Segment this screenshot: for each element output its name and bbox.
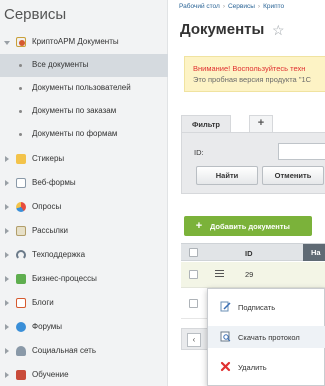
- sidebar-subitem-label: Документы по формам: [32, 129, 118, 138]
- sidebar-item-learning[interactable]: Обучение: [0, 364, 168, 386]
- sidebar-subitem-order-docs[interactable]: Документы по заказам: [0, 100, 168, 123]
- chevron-right-icon[interactable]: [5, 252, 9, 258]
- sign-icon: [220, 301, 231, 312]
- sidebar-item-social[interactable]: Социальная сеть: [0, 340, 168, 363]
- column-id-header[interactable]: ID: [245, 249, 253, 258]
- poll-icon: [16, 202, 26, 212]
- headset-icon: [16, 250, 26, 260]
- sidebar-title: Сервисы: [4, 6, 67, 23]
- alert-title: Внимание! Воспользуйтесь техн: [193, 64, 306, 73]
- menu-item-delete[interactable]: Удалить: [208, 356, 325, 378]
- crypto-icon: [16, 37, 26, 47]
- row-checkbox[interactable]: [189, 299, 198, 308]
- blog-icon: [16, 298, 26, 308]
- bullet-icon: [19, 110, 22, 113]
- table-row[interactable]: 29: [181, 262, 325, 288]
- sidebar-item-label: Стикеры: [32, 154, 65, 163]
- chevron-right-icon[interactable]: [5, 300, 9, 306]
- forum-icon: [16, 322, 26, 332]
- chevron-right-icon[interactable]: [5, 156, 9, 162]
- sidebar-item-support[interactable]: Техподдержка: [0, 244, 168, 267]
- sidebar-item-label: Форумы: [32, 322, 63, 331]
- chevron-right-icon[interactable]: [5, 204, 9, 210]
- sidebar-item-label: Обучение: [32, 370, 69, 379]
- context-menu: Подписать Скачать протокол Удалить: [207, 288, 325, 386]
- page-title: Документы: [180, 21, 265, 38]
- breadcrumb-item[interactable]: Сервисы: [228, 3, 255, 10]
- sidebar-item-label: Блоги: [32, 298, 54, 307]
- sidebar-subitem-label: Все документы: [32, 60, 89, 69]
- sidebar-item-label: Рассылки: [32, 226, 68, 235]
- social-icon: [16, 346, 26, 356]
- alert-text: Это пробная версия продукта "1С: [193, 75, 312, 84]
- download-protocol-icon: [220, 331, 231, 342]
- menu-item-label: Удалить: [238, 363, 267, 372]
- bizproc-icon: [16, 274, 26, 284]
- column-header-dark[interactable]: На: [303, 244, 325, 261]
- sidebar-item-label: КриптоАРМ Документы: [32, 37, 119, 46]
- sidebar-item-label: Бизнес-процессы: [32, 274, 97, 283]
- sidebar-item-label: Опросы: [32, 202, 62, 211]
- menu-item-download-protocol[interactable]: Скачать протокол: [208, 326, 325, 348]
- star-icon[interactable]: ☆: [272, 22, 285, 39]
- chevron-down-icon[interactable]: [4, 41, 10, 45]
- tab-filter[interactable]: Фильтр: [181, 115, 231, 133]
- menu-item-label: Подписать: [238, 303, 276, 312]
- sidebar-item-label: Социальная сеть: [32, 346, 96, 355]
- cancel-button[interactable]: Отменить: [262, 166, 324, 185]
- sidebar-item-blogs[interactable]: Блоги: [0, 292, 168, 315]
- bullet-icon: [19, 133, 22, 136]
- chevron-right-icon[interactable]: [5, 372, 9, 378]
- chevron-right-icon[interactable]: [5, 324, 9, 330]
- bullet-icon: [19, 64, 22, 67]
- sidebar-subitem-label: Документы пользователей: [32, 83, 131, 92]
- sidebar-item-stickers[interactable]: Стикеры: [0, 148, 168, 171]
- delete-icon: [220, 361, 231, 372]
- chevron-right-icon[interactable]: [5, 276, 9, 282]
- sidebar: Сервисы КриптоАРМ Документы Все документ…: [0, 0, 168, 386]
- breadcrumb-item[interactable]: Крипто: [263, 3, 284, 10]
- sidebar-item-webforms[interactable]: Веб-формы: [0, 172, 168, 195]
- add-documents-button[interactable]: + Добавить документы: [184, 216, 312, 236]
- sidebar-subitem-user-docs[interactable]: Документы пользователей: [0, 77, 168, 100]
- chevron-right-icon[interactable]: [5, 180, 9, 186]
- sidebar-subitem-label: Документы по заказам: [32, 106, 117, 115]
- bullet-icon: [19, 87, 22, 90]
- mail-icon: [16, 226, 26, 236]
- row-checkbox[interactable]: [189, 270, 198, 279]
- chevron-right-icon[interactable]: [5, 228, 9, 234]
- find-button[interactable]: Найти: [196, 166, 258, 185]
- pager-prev-button[interactable]: ‹: [187, 333, 201, 347]
- learning-icon: [16, 370, 26, 380]
- breadcrumb: Рабочий стол › Сервисы › Крипто: [179, 3, 285, 10]
- add-filter-tab-button[interactable]: +: [249, 115, 273, 133]
- sticker-icon: [16, 154, 26, 164]
- column-header-label: На: [311, 248, 321, 257]
- chevron-right-icon[interactable]: [5, 348, 9, 354]
- breadcrumb-item[interactable]: Рабочий стол: [179, 3, 220, 10]
- select-all-checkbox[interactable]: [189, 248, 198, 257]
- sidebar-item-mailings[interactable]: Рассылки: [0, 220, 168, 243]
- sidebar-item-cryptoarm[interactable]: КриптоАРМ Документы: [0, 31, 168, 54]
- grid-header: ID На: [181, 243, 325, 261]
- sidebar-item-label: Веб-формы: [32, 178, 76, 187]
- sidebar-item-label: Техподдержка: [32, 250, 86, 259]
- menu-item-label: Скачать протокол: [238, 333, 300, 342]
- filter-panel: ID: Найти Отменить: [181, 132, 325, 194]
- sidebar-item-polls[interactable]: Опросы: [0, 196, 168, 219]
- sidebar-subitem-all-docs[interactable]: Все документы: [0, 54, 168, 77]
- menu-icon[interactable]: [215, 270, 224, 278]
- menu-item-sign[interactable]: Подписать: [208, 296, 325, 318]
- sidebar-item-bizproc[interactable]: Бизнес-процессы: [0, 268, 168, 291]
- id-label: ID:: [194, 148, 204, 157]
- row-id: 29: [245, 270, 254, 279]
- sidebar-subitem-form-docs[interactable]: Документы по формам: [0, 123, 168, 146]
- id-input[interactable]: [278, 143, 325, 160]
- alert-box: Внимание! Воспользуйтесь техн Это пробна…: [184, 56, 325, 92]
- webform-icon: [16, 178, 26, 188]
- sidebar-item-forums[interactable]: Форумы: [0, 316, 168, 339]
- add-documents-label: Добавить документы: [210, 221, 290, 231]
- plus-icon: +: [195, 220, 203, 232]
